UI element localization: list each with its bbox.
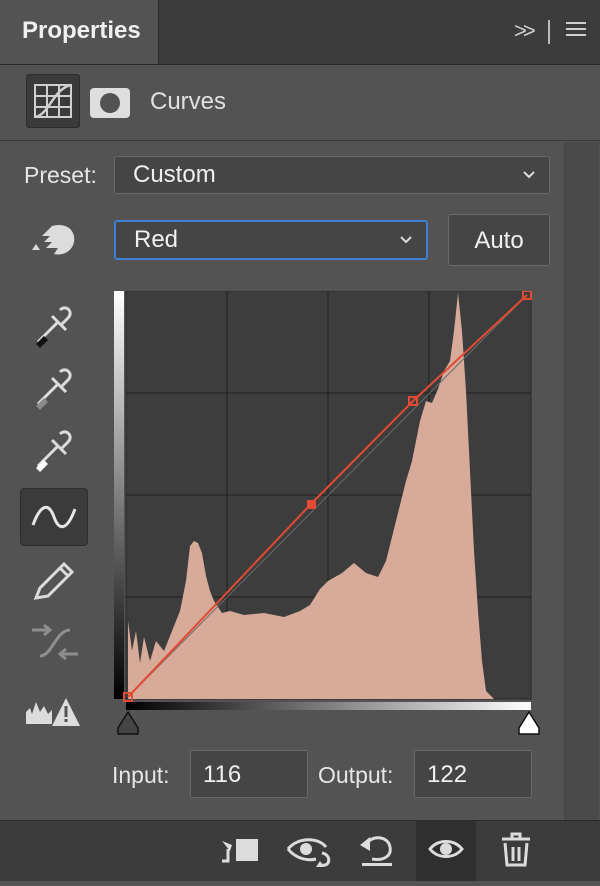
tab-properties-label: Properties: [22, 17, 141, 44]
output-gradient-bar: [114, 291, 124, 699]
adjustment-header: Curves: [0, 64, 600, 141]
curve-point-selected[interactable]: [307, 500, 316, 509]
smooth-curve-icon[interactable]: [22, 614, 88, 670]
chevron-down-icon: [400, 236, 412, 244]
visibility-toggle-button[interactable]: [416, 821, 476, 881]
output-label: Output:: [318, 762, 394, 788]
preset-label: Preset:: [24, 162, 97, 188]
panel-menu-icon[interactable]: [566, 22, 586, 40]
white-point-slider-icon[interactable]: [518, 710, 540, 735]
input-value: 116: [203, 761, 242, 788]
black-point-eyedropper-icon[interactable]: [22, 296, 88, 352]
tab-divider: [548, 20, 550, 44]
preset-value: Custom: [133, 161, 216, 188]
pencil-icon[interactable]: [22, 552, 88, 608]
channel-value: Red: [134, 226, 179, 253]
clipping-warning-icon[interactable]: [22, 684, 88, 740]
on-image-adjust-icon[interactable]: [22, 214, 88, 270]
black-point-slider-icon[interactable]: [117, 710, 139, 735]
view-previous-state-icon[interactable]: [280, 821, 340, 881]
white-point-eyedropper-icon[interactable]: [22, 420, 88, 476]
collapse-panel-icon[interactable]: >>: [514, 18, 536, 44]
clip-to-layer-icon[interactable]: [210, 821, 270, 881]
delete-trash-icon[interactable]: [486, 821, 546, 881]
input-field[interactable]: 116: [190, 750, 308, 798]
auto-button[interactable]: Auto: [448, 214, 550, 266]
gray-point-eyedropper-icon[interactable]: [22, 358, 88, 414]
input-label: Input:: [112, 762, 170, 788]
reset-icon[interactable]: [346, 821, 406, 881]
chevron-down-icon: [523, 171, 535, 179]
curve-points-icon[interactable]: [20, 488, 88, 546]
curves-adjustment-icon[interactable]: [26, 74, 80, 128]
curves-graph[interactable]: [114, 291, 533, 705]
layer-mask-icon[interactable]: [90, 88, 130, 118]
adjustment-title: Curves: [150, 88, 227, 115]
preset-dropdown[interactable]: Custom: [114, 156, 550, 194]
output-field[interactable]: 122: [414, 750, 532, 798]
panel-scrollbar[interactable]: [564, 142, 599, 820]
tab-properties[interactable]: Properties: [0, 0, 159, 64]
output-value: 122: [427, 761, 468, 788]
auto-button-label: Auto: [474, 227, 524, 254]
channel-dropdown[interactable]: Red: [114, 220, 428, 260]
visibility-eye-icon: [428, 840, 464, 858]
panel-footer: [0, 820, 600, 881]
input-gradient-slider[interactable]: [114, 702, 544, 738]
panel-tab-bar: Properties >>: [0, 0, 600, 65]
